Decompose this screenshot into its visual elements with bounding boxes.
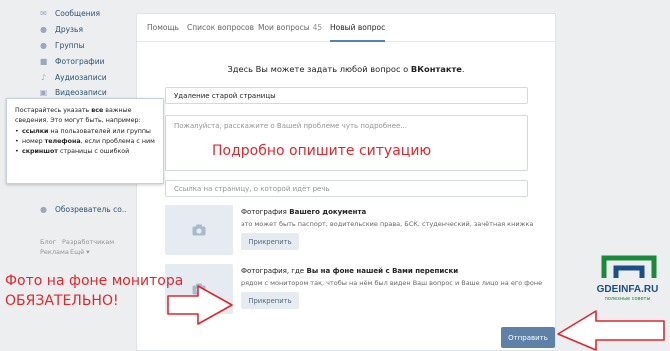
gdeinfa-watermark: GDEINFA.RU полезные советы bbox=[590, 252, 665, 327]
watermark-subtitle: полезные советы bbox=[604, 296, 651, 302]
right-arrow bbox=[167, 285, 233, 325]
annotation-arrows bbox=[167, 285, 665, 351]
watermark-title: GDEINFA.RU bbox=[596, 284, 659, 295]
